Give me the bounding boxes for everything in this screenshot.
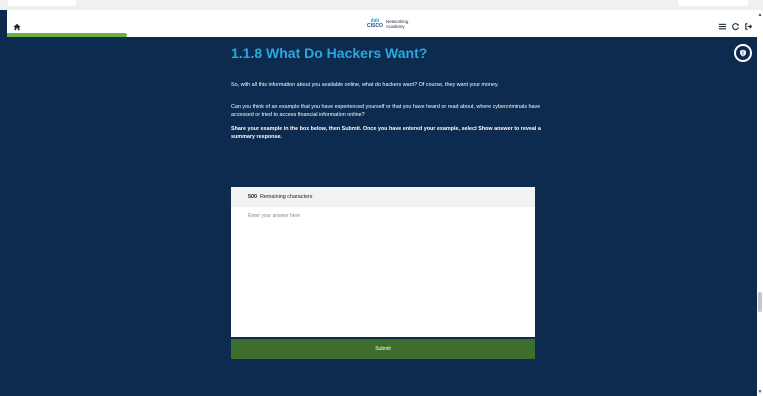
scroll-up-arrow-icon[interactable]: ▲ [757, 12, 763, 18]
shield-icon [739, 44, 747, 62]
browser-tab-right[interactable] [678, 0, 748, 6]
scroll-down-arrow-icon[interactable]: ▼ [757, 389, 763, 395]
logo-academy-text: Networking Academy [386, 19, 409, 29]
remaining-characters-label: Remaining characters [260, 194, 313, 200]
logo-sub-text: Academy [385, 24, 405, 29]
answer-input[interactable] [231, 211, 535, 337]
browser-top-strip [0, 0, 763, 10]
intro-paragraph: So, with all this information about you … [231, 82, 499, 88]
question-paragraph: Can you think of an example that you hav… [231, 104, 541, 118]
exit-icon[interactable] [744, 18, 755, 30]
scrollbar-thumb[interactable] [758, 292, 762, 312]
logo-brand-text: CISCO [367, 23, 383, 29]
browser-tab-left[interactable] [8, 0, 76, 6]
remaining-characters-bar: 500 Remaining characters [231, 187, 535, 207]
lesson-content: 1.1.8 What Do Hackers Want? So, with all… [7, 37, 757, 396]
page-title: 1.1.8 What Do Hackers Want? [231, 45, 428, 61]
remaining-characters-count: 500 [248, 194, 257, 200]
instruction-paragraph: Share your example in the box below, the… [231, 126, 541, 140]
page-scrollbar[interactable] [757, 10, 763, 396]
top-header-bar: ılıılı CISCO Networking Academy [7, 10, 757, 37]
submit-button[interactable]: Submit [231, 339, 535, 359]
cisco-logo: ılıılı CISCO [367, 19, 383, 29]
cisco-networking-academy-logo: ılıılı CISCO Networking Academy [367, 17, 408, 31]
answer-box: 500 Remaining characters [231, 187, 535, 337]
menu-icon[interactable] [718, 18, 729, 30]
home-icon[interactable] [13, 18, 23, 31]
refresh-icon[interactable] [731, 18, 742, 31]
accessibility-shield-button[interactable] [734, 44, 752, 62]
